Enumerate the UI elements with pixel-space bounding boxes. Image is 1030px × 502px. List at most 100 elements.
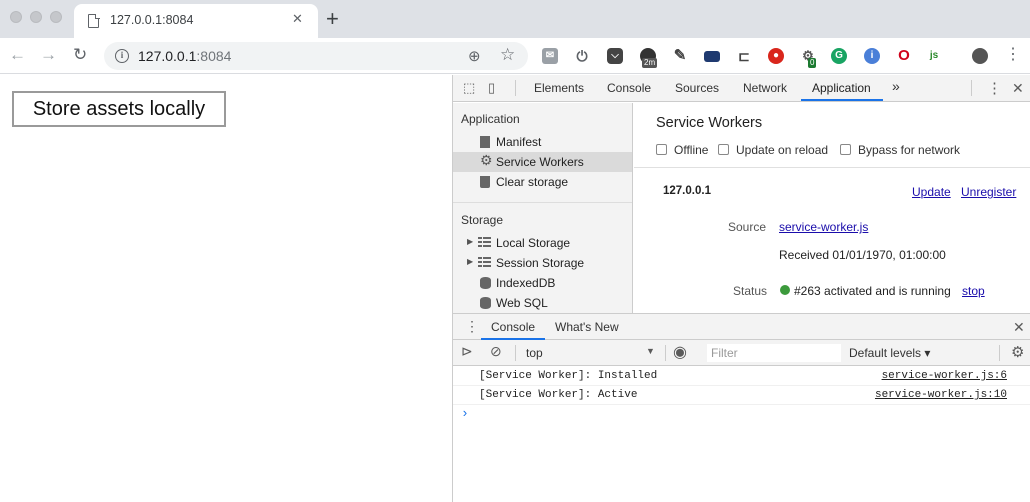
devtools-tabbar: ⬚ ▯ Elements Console Sources Network App… (453, 75, 1030, 102)
sidebar-item-label: IndexedDB (496, 276, 556, 290)
sidebar-item-web-sql[interactable]: Web SQL (453, 293, 632, 313)
message-text: [Service Worker]: Installed (479, 370, 658, 382)
sidebar-item-manifest[interactable]: Manifest (453, 132, 632, 152)
info-extension-icon[interactable]: i (864, 48, 880, 64)
source-label: Source (728, 220, 767, 234)
reload-button[interactable]: ↻ (73, 45, 87, 65)
status-indicator (780, 285, 790, 295)
window-zoom-button[interactable] (50, 11, 62, 23)
update-link[interactable]: Update (912, 185, 951, 199)
more-tabs-button[interactable]: » (892, 78, 900, 94)
device-toolbar-icon[interactable]: ▯ (488, 80, 495, 96)
tab-elements[interactable]: Elements (534, 81, 584, 95)
folder-extension-icon[interactable] (704, 51, 720, 62)
eye-icon[interactable]: ◉ (673, 342, 687, 362)
console-settings-gear-icon[interactable]: ⚙ (1011, 343, 1024, 361)
back-button[interactable]: ← (9, 45, 26, 65)
message-source-link[interactable]: service-worker.js:10 (875, 389, 1007, 401)
active-tab-indicator (801, 99, 883, 101)
drawer-menu-icon[interactable]: ⋮ (465, 318, 479, 335)
page-viewport: Store assets locally (0, 75, 452, 502)
source-file-link[interactable]: service-worker.js (779, 220, 868, 234)
sidebar-item-label: Local Storage (496, 236, 571, 250)
console-output[interactable]: [Service Worker]: Installed service-work… (453, 366, 1030, 502)
sidebar-divider (453, 202, 632, 203)
received-timestamp: Received 01/01/1970, 01:00:00 (779, 248, 946, 262)
sidebar-item-service-workers[interactable]: ⚙ Service Workers (453, 152, 632, 172)
drawer-tab-whats-new[interactable]: What's New (555, 320, 619, 334)
zoom-icon[interactable]: ⊕ (468, 47, 481, 65)
sidebar-item-label: Session Storage (496, 256, 585, 270)
pocket-extension-icon[interactable]: ⌵ (607, 48, 623, 64)
checkbox-box[interactable] (840, 144, 851, 155)
drawer-tabbar: ⋮ Console What's New ✕ (453, 313, 1030, 340)
worker-origin: 127.0.0.1 (663, 185, 711, 197)
context-dropdown-arrow-icon[interactable]: ▼ (646, 346, 655, 356)
mail-extension-icon[interactable]: ✉ (542, 48, 558, 64)
clear-console-icon[interactable]: ⊘ (490, 343, 502, 360)
url-text[interactable]: 127.0.0.1:8084 (138, 48, 231, 64)
grid-icon (478, 257, 491, 269)
js-extension-icon[interactable]: js (926, 48, 942, 64)
grid-icon (478, 237, 491, 249)
browser-tab[interactable]: 127.0.0.1:8084 ✕ (74, 4, 318, 38)
sidebar-item-label: Clear storage (496, 175, 569, 189)
tab-application[interactable]: Application (812, 81, 871, 95)
checkbox-box[interactable] (656, 144, 667, 155)
timer-badge: 2m (642, 58, 658, 68)
url-port: :8084 (196, 48, 232, 64)
sidebar-item-label: Service Workers (496, 155, 584, 169)
sidebar-item-clear-storage[interactable]: Clear storage (453, 172, 632, 192)
status-label: Status (733, 284, 768, 298)
sidebar-item-session-storage[interactable]: ▶ Session Storage (453, 253, 632, 273)
tab-network[interactable]: Network (743, 81, 787, 95)
tab-close-icon[interactable]: ✕ (292, 11, 303, 27)
sidebar-item-local-storage[interactable]: ▶ Local Storage (453, 233, 632, 253)
tab-sources[interactable]: Sources (675, 81, 719, 95)
console-prompt[interactable]: › (461, 406, 469, 421)
console-message: [Service Worker]: Active service-worker.… (453, 386, 1030, 405)
drawer-tab-console[interactable]: Console (491, 320, 535, 334)
message-source-link[interactable]: service-worker.js:6 (882, 370, 1007, 382)
power-extension-icon[interactable]: ⏻ (574, 48, 590, 64)
info-icon[interactable]: i (115, 49, 129, 63)
console-filter-input[interactable] (707, 344, 841, 362)
plugin-badge: 0 (808, 58, 817, 68)
devtools-menu-icon[interactable]: ⋮ (987, 79, 1002, 97)
message-text: [Service Worker]: Active (479, 389, 638, 401)
expand-triangle-icon[interactable]: ▶ (467, 257, 473, 266)
eyedropper-extension-icon[interactable]: ✎ (672, 48, 688, 64)
profile-avatar[interactable] (972, 48, 988, 64)
forward-button[interactable]: → (40, 45, 57, 65)
console-toolbar-divider (999, 345, 1000, 361)
tab-title: 127.0.0.1:8084 (110, 13, 194, 27)
console-sidebar-toggle-icon[interactable]: ⊳ (461, 343, 473, 360)
drawer-close-icon[interactable]: ✕ (1013, 319, 1025, 336)
window-extension-icon[interactable]: ⊏ (736, 48, 752, 64)
new-tab-button[interactable]: + (326, 6, 339, 32)
log-levels-dropdown[interactable]: Default levels ▾ (849, 346, 930, 360)
devtools-close-icon[interactable]: ✕ (1012, 80, 1024, 97)
address-bar[interactable]: i 127.0.0.1:8084 ⊕ ☆ (104, 42, 528, 70)
panel-title: Service Workers (656, 115, 763, 131)
tab-console[interactable]: Console (607, 81, 651, 95)
ublock-extension-icon[interactable]: ● (768, 48, 784, 64)
opera-extension-icon[interactable]: O (896, 48, 912, 64)
trash-icon (480, 176, 490, 190)
unregister-link[interactable]: Unregister (961, 185, 1016, 199)
sidebar-item-indexeddb[interactable]: IndexedDB (453, 273, 632, 293)
tabbar-divider (515, 80, 516, 96)
chrome-menu-icon[interactable]: ⋮ (1005, 45, 1021, 65)
window-close-button[interactable] (10, 11, 22, 23)
inspect-element-icon[interactable]: ⬚ (463, 80, 475, 96)
grammarly-extension-icon[interactable]: G (831, 48, 847, 64)
stop-link[interactable]: stop (962, 284, 985, 298)
bookmark-star-icon[interactable]: ☆ (500, 45, 515, 65)
expand-triangle-icon[interactable]: ▶ (467, 237, 473, 246)
gear-icon: ⚙ (480, 152, 493, 168)
checkbox-box[interactable] (718, 144, 729, 155)
store-assets-button[interactable]: Store assets locally (12, 91, 226, 127)
context-selector[interactable]: top (526, 346, 543, 360)
window-minimize-button[interactable] (30, 11, 42, 23)
browser-toolbar: ← → ↻ i 127.0.0.1:8084 ⊕ ☆ ✉ ⏻ ⌵ 2m ✎ ⊏ … (0, 38, 1030, 74)
